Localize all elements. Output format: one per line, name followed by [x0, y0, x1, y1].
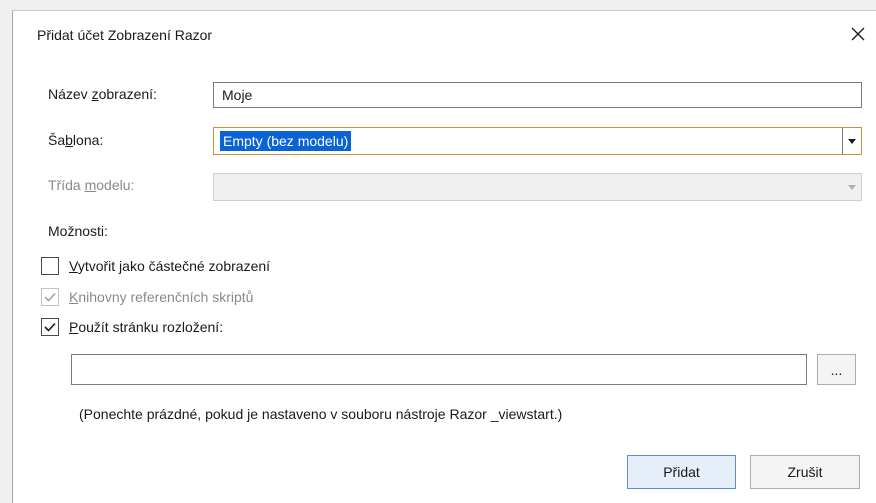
- template-select[interactable]: Empty (bez modelu): [213, 127, 862, 155]
- close-button[interactable]: [845, 21, 871, 47]
- options-label: Možnosti:: [48, 223, 108, 239]
- model-class-label: Třída modelu:: [48, 177, 135, 193]
- model-class-select[interactable]: [213, 173, 862, 201]
- partial-view-option[interactable]: Vytvořit jako částečné zobrazení: [41, 257, 270, 275]
- script-libraries-option[interactable]: Knihovny referenčních skriptů: [41, 288, 253, 306]
- view-name-label: Název zobrazení:: [48, 86, 157, 102]
- close-icon: [851, 27, 865, 41]
- checkmark-icon: [44, 292, 56, 302]
- partial-view-label: Vytvořit jako částečné zobrazení: [69, 258, 271, 274]
- layout-page-checkbox[interactable]: [41, 318, 59, 336]
- script-libraries-label: Knihovny referenčních skriptů: [69, 289, 254, 305]
- cancel-button[interactable]: Zrušit: [750, 455, 860, 489]
- view-name-input[interactable]: Moje: [213, 82, 862, 108]
- dialog-title: Přidat účet Zobrazení Razor: [37, 27, 213, 43]
- add-razor-view-dialog: Přidat účet Zobrazení Razor Název zobraz…: [12, 10, 876, 503]
- template-selected-value: Empty (bez modelu): [220, 131, 352, 151]
- partial-view-checkbox[interactable]: [41, 257, 59, 275]
- model-class-dropdown-arrow[interactable]: [842, 174, 861, 200]
- layout-page-label: Použít stránku rozložení:: [69, 319, 224, 335]
- template-dropdown-arrow[interactable]: [842, 128, 861, 154]
- layout-hint-text: (Ponechte prázdné, pokud je nastaveno v …: [79, 406, 563, 422]
- script-libraries-checkbox[interactable]: [41, 288, 59, 306]
- add-button[interactable]: Přidat: [627, 455, 736, 489]
- template-label: Šablona:: [48, 132, 104, 148]
- chevron-down-icon: [848, 138, 856, 144]
- chevron-down-icon: [847, 184, 856, 190]
- layout-page-option[interactable]: Použít stránku rozložení:: [41, 318, 223, 336]
- checkmark-icon: [44, 322, 56, 332]
- browse-button[interactable]: ...: [817, 354, 856, 385]
- layout-path-input[interactable]: [71, 354, 807, 385]
